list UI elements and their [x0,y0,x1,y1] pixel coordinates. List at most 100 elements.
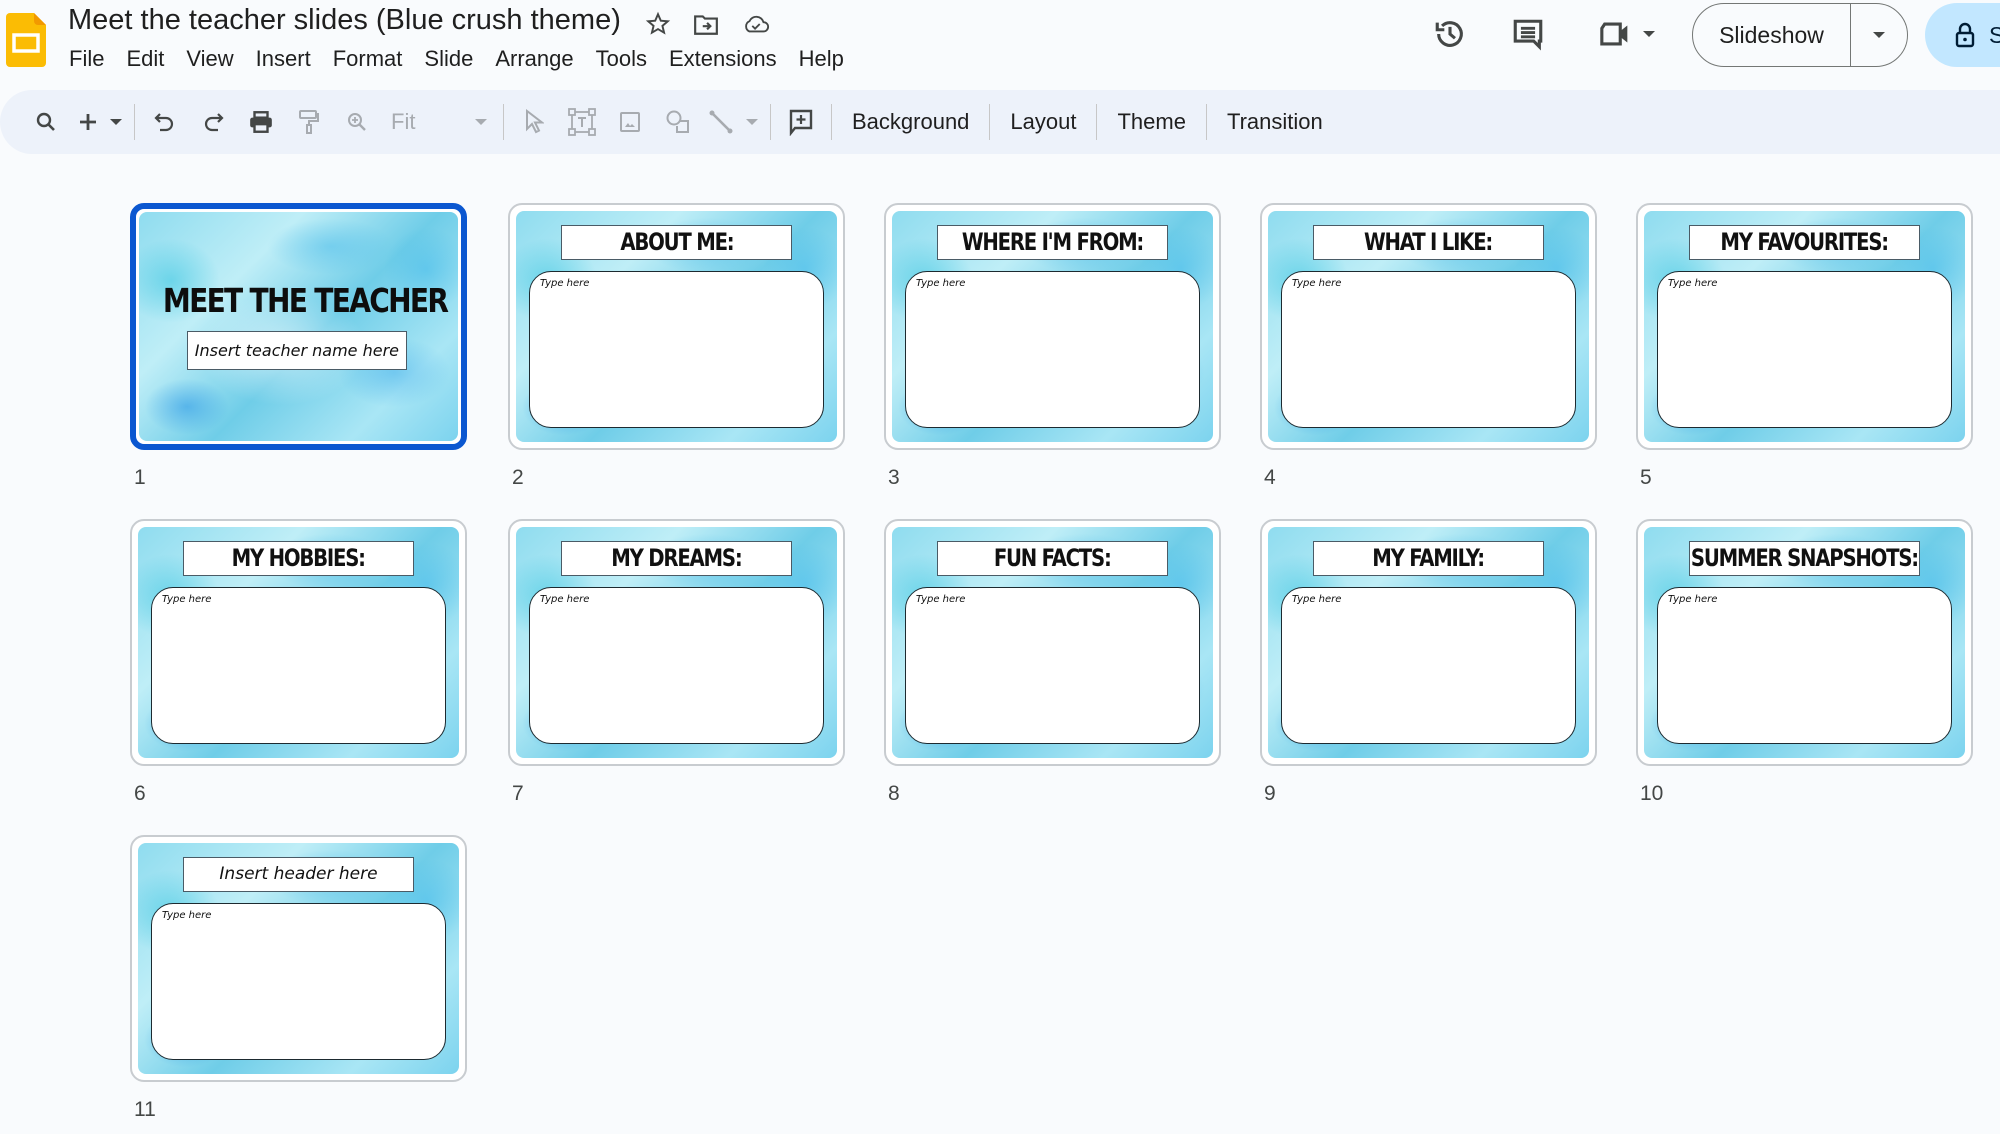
slide-number: 6 [134,782,146,805]
print-icon[interactable] [243,102,279,142]
move-to-folder-icon[interactable] [692,10,720,38]
add-comment-icon[interactable] [783,102,819,142]
slide-number: 7 [512,782,524,805]
slide-body-placeholder: Type here [1291,278,1342,290]
slide-thumbnail-11: Insert header here Type here 11 [130,835,467,1122]
slide-card[interactable]: FUN FACTS: Type here [884,519,1221,766]
menu-edit[interactable]: Edit [115,44,175,74]
slide-thumbnail-8: FUN FACTS: Type here 8 [884,519,1221,806]
slide-title-box: MY HOBBIES: [182,540,415,576]
toolbar-divider [989,104,991,140]
paint-format-icon[interactable] [291,102,327,142]
slide-background: FUN FACTS: Type here [892,527,1213,758]
slide-body-placeholder: Type here [539,594,590,606]
shape-icon[interactable] [660,102,696,142]
slide-thumbnail-6: MY HOBBIES: Type here 6 [130,519,467,806]
slideshow-button-group: Slideshow [1692,3,1908,67]
slide-body-placeholder: Type here [915,594,966,606]
menu-slide[interactable]: Slide [413,44,484,74]
menu-view[interactable]: View [175,44,244,74]
slide-title: WHERE I'M FROM: [961,228,1144,257]
slide-card[interactable]: MY HOBBIES: Type here [130,519,467,766]
chevron-down-icon [1643,31,1655,37]
slide-number: 10 [1640,782,1664,805]
share-button[interactable]: S [1925,3,2000,67]
menu-arrange[interactable]: Arrange [484,44,584,74]
slide-thumbnail-3: WHERE I'M FROM: Type here 3 [884,203,1221,490]
slide-title-box: ABOUT ME: [560,224,793,260]
search-menus-icon[interactable] [28,102,64,142]
new-slide-button[interactable] [78,102,122,142]
slide-card[interactable]: ABOUT ME: Type here [508,203,845,450]
slide-card[interactable]: MEET THE TEACHER Insert teacher name her… [130,203,467,450]
slide-body-box: Type here [150,903,447,1061]
slide-thumbnail-1: MEET THE TEACHER Insert teacher name her… [130,203,467,490]
transition-button[interactable]: Transition [1213,102,1337,142]
slide-background: MY DREAMS: Type here [516,527,837,758]
chevron-down-icon [1873,32,1885,38]
zoom-icon[interactable] [339,102,375,142]
menu-file[interactable]: File [58,44,115,74]
slide-title: MY FAMILY: [1372,544,1486,573]
share-label: S [1989,21,2000,48]
menu-extensions[interactable]: Extensions [658,44,788,74]
lock-icon [1955,22,1975,48]
slideshow-button[interactable]: Slideshow [1693,4,1851,66]
select-cursor-icon[interactable] [516,102,552,142]
slide-body-box: Type here [904,271,1201,429]
cloud-saved-icon[interactable] [742,10,770,38]
slide-title-box: MY DREAMS: [560,540,793,576]
slide-title: Insert header here [219,864,378,885]
menu-help[interactable]: Help [788,44,855,74]
toolbar: Fit Background Layout Theme Transition [0,90,2000,154]
theme-button[interactable]: Theme [1103,102,1199,142]
star-icon[interactable] [644,10,672,38]
toolbar-divider [831,104,832,140]
menu-tools[interactable]: Tools [585,44,658,74]
slide-background: SUMMER SNAPSHOTS: Type here [1644,527,1965,758]
version-history-icon[interactable] [1430,14,1470,54]
slideshow-options-dropdown[interactable] [1851,4,1907,66]
slide-card[interactable]: MY FAMILY: Type here [1260,519,1597,766]
slide-title-box: SUMMER SNAPSHOTS: [1688,540,1921,576]
slide-card[interactable]: MY FAVOURITES: Type here [1636,203,1973,450]
slide-thumbnail-7: MY DREAMS: Type here 7 [508,519,845,806]
slide-body-box: Type here [1280,587,1577,745]
comments-icon[interactable] [1508,14,1548,54]
slide-body-placeholder: Type here [1667,594,1718,606]
slide-number: 11 [134,1098,156,1121]
toolbar-divider [134,104,135,140]
slide-background: MY FAMILY: Type here [1268,527,1589,758]
slide-number: 1 [134,466,146,489]
slide-title-box: WHERE I'M FROM: [936,224,1169,260]
slide-title: MY DREAMS: [611,544,742,573]
slide-card[interactable]: WHAT I LIKE: Type here [1260,203,1597,450]
layout-button[interactable]: Layout [996,102,1090,142]
slide-thumbnail-4: WHAT I LIKE: Type here 4 [1260,203,1597,490]
insert-image-icon[interactable] [612,102,648,142]
slide-card[interactable]: MY DREAMS: Type here [508,519,845,766]
slide-title-box: MY FAMILY: [1312,540,1545,576]
slide-background: MEET THE TEACHER Insert teacher name her… [139,212,458,441]
slide-body-box: Type here [904,587,1201,745]
background-button[interactable]: Background [838,102,983,142]
slide-body-box: Type here [1280,271,1577,429]
slide-card[interactable]: WHERE I'M FROM: Type here [884,203,1221,450]
document-title[interactable]: Meet the teacher slides (Blue crush them… [68,4,621,37]
slide-number: 9 [1264,782,1276,805]
slide-body-placeholder: Type here [161,910,212,922]
toolbar-divider [770,104,771,140]
video-call-icon[interactable] [1592,14,1662,54]
text-box-icon[interactable] [564,102,600,142]
menu-insert[interactable]: Insert [245,44,322,74]
slide-title: FUN FACTS: [994,544,1112,573]
redo-icon[interactable] [195,102,231,142]
undo-icon[interactable] [147,102,183,142]
line-tool-button[interactable] [708,102,758,142]
menu-format[interactable]: Format [322,44,414,74]
zoom-select[interactable]: Fit [387,102,491,142]
slide-card[interactable]: SUMMER SNAPSHOTS: Type here [1636,519,1973,766]
slide-card[interactable]: Insert header here Type here [130,835,467,1082]
zoom-value: Fit [391,109,416,134]
google-slides-logo[interactable] [6,13,46,67]
